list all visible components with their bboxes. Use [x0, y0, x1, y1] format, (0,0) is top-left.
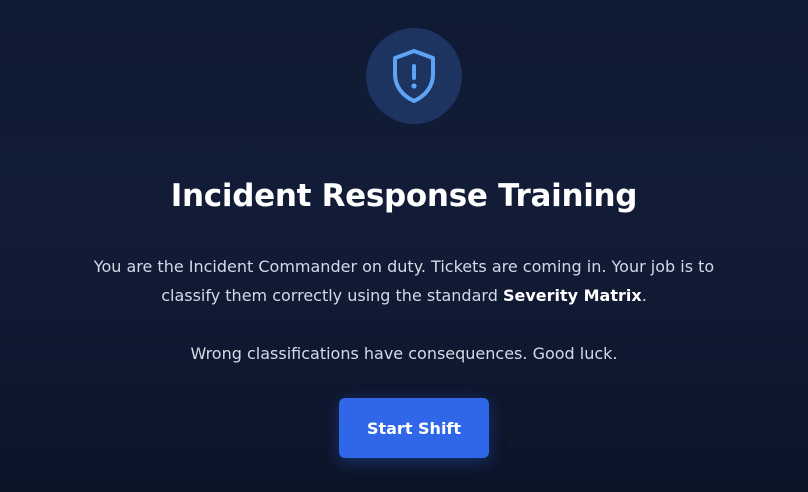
warning-text: Wrong classifications have consequences.… — [190, 344, 618, 363]
page-title: Incident Response Training — [170, 178, 638, 214]
shield-alert-icon — [393, 49, 435, 103]
training-intro-screen: Incident Response Training You are the I… — [0, 0, 808, 492]
start-shift-button[interactable]: Start Shift — [339, 398, 489, 458]
description-end: . — [641, 286, 647, 305]
shield-icon-badge — [366, 28, 462, 124]
intro-description: You are the Incident Commander on duty. … — [84, 252, 724, 310]
severity-matrix-highlight: Severity Matrix — [502, 286, 642, 305]
